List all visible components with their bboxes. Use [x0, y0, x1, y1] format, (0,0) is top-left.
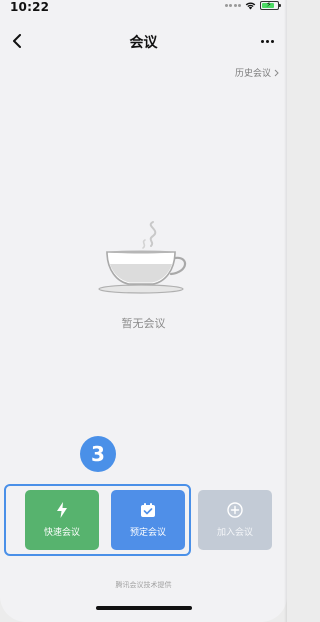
chevron-right-icon	[274, 69, 279, 76]
empty-state-text: 暂无会议	[121, 317, 166, 330]
nav-bar: 会议	[0, 28, 287, 54]
plus-circle-icon	[227, 502, 243, 518]
schedule-meeting-label: 预定会议	[129, 528, 166, 538]
calendar-check-icon	[141, 503, 155, 517]
more-button[interactable]	[255, 28, 279, 54]
signal-icon	[224, 4, 241, 7]
tutorial-step-badge: 3	[80, 436, 116, 472]
join-meeting-label: 加入会议	[216, 528, 253, 538]
lightning-icon	[57, 502, 67, 518]
wifi-icon	[245, 2, 256, 10]
join-meeting-button[interactable]: 加入会议	[198, 490, 272, 550]
quick-meeting-label: 快速会议	[43, 528, 80, 538]
coffee-cup-icon	[98, 221, 187, 294]
battery-icon: ⚡	[260, 0, 281, 10]
status-time: 10:22	[10, 0, 50, 14]
quick-meeting-button[interactable]: 快速会议	[25, 490, 99, 550]
page-title: 会议	[129, 35, 158, 51]
history-meetings-label: 历史会议	[234, 69, 271, 79]
history-meetings-link[interactable]: 历史会议	[235, 66, 279, 79]
status-icons: ⚡	[224, 0, 281, 10]
schedule-meeting-button[interactable]: 预定会议	[111, 490, 185, 550]
status-bar: 10:22 ⚡	[0, 0, 287, 16]
home-indicator[interactable]	[96, 606, 192, 610]
screen-edge	[284, 0, 287, 622]
footer-credit: 腾讯会议技术提供	[115, 581, 172, 589]
more-dots-icon	[260, 39, 264, 43]
phone-screen: 10:22 ⚡ 会议 历史会议 暂无会议 3 快速会议 预定会议 加入会议 腾讯…	[0, 0, 287, 622]
